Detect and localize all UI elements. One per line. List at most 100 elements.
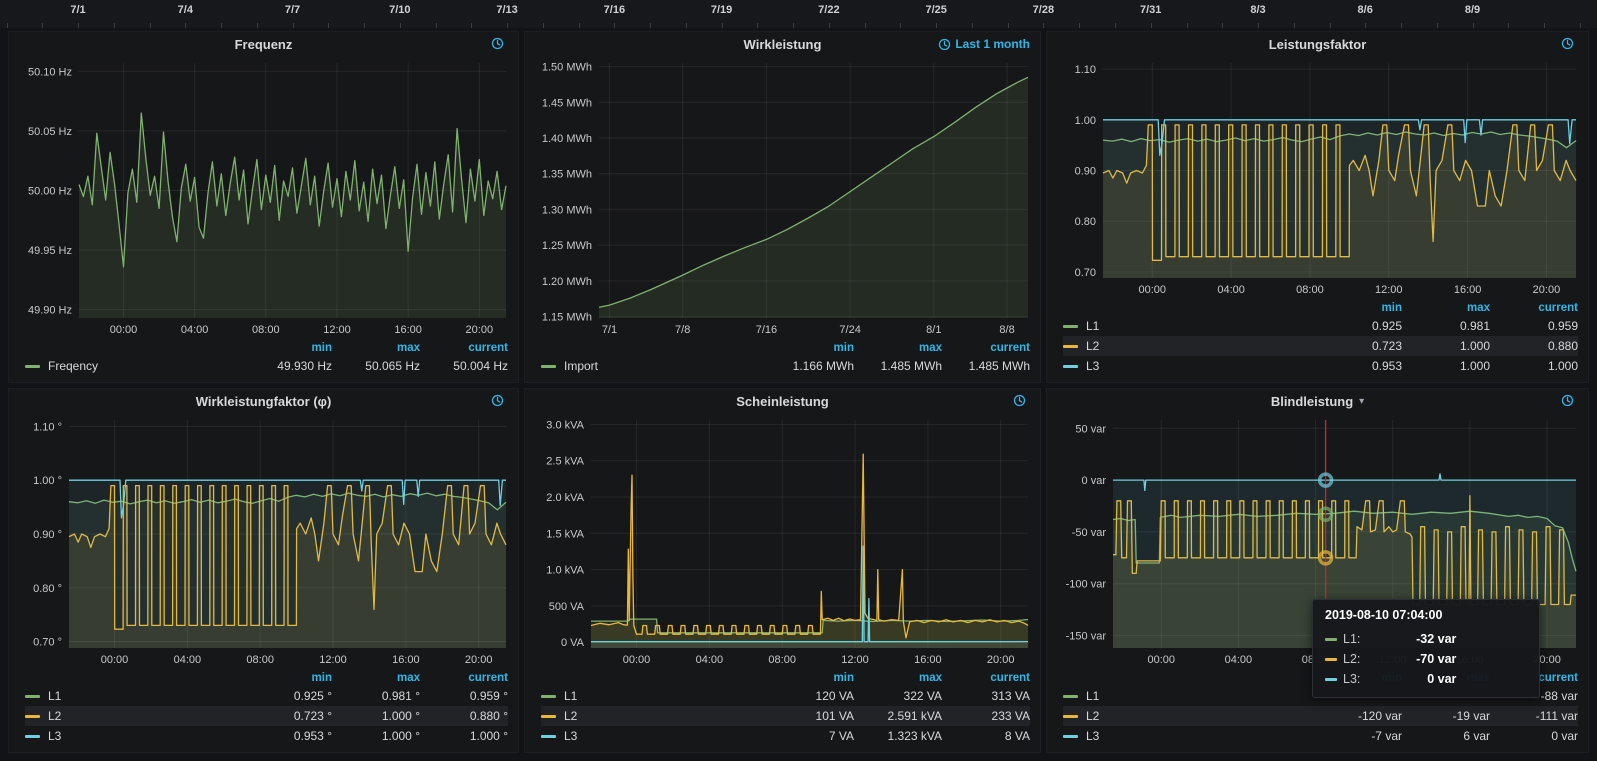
panel-header: Scheinleistung (525, 389, 1040, 413)
time-series-chart[interactable]: 00:0004:0008:0012:0016:0020:001.10 °1.00… (9, 413, 518, 668)
panel-time-range-badge[interactable] (491, 37, 508, 50)
legend-col-current[interactable]: current (942, 342, 1030, 354)
legend-header: minmaxcurrent (25, 339, 508, 356)
svg-text:12:00: 12:00 (323, 324, 351, 336)
time-axis-date-label: 8/6 (1358, 4, 1373, 16)
panel-title[interactable]: Wirkleistungfaktor (φ) (196, 394, 332, 409)
legend-value-max: 1.485 MWh (854, 359, 942, 373)
panel-time-range-badge[interactable]: Last 1 month (938, 37, 1030, 51)
svg-text:50.00 Hz: 50.00 Hz (28, 186, 72, 198)
series-name[interactable]: L3 (1086, 729, 1099, 743)
shared-time-axis[interactable]: 7/17/47/77/107/137/167/197/227/257/287/3… (0, 0, 1597, 28)
legend-value-min: -7 var (1314, 729, 1402, 743)
time-axis-tick (114, 23, 115, 28)
legend-value-max: 0.981 (1402, 319, 1490, 333)
panel-time-range-badge[interactable] (1013, 394, 1030, 407)
time-axis-date-label: 7/1 (70, 4, 85, 16)
svg-text:7/24: 7/24 (839, 324, 860, 336)
time-series-chart[interactable]: 7/17/87/167/248/18/81.50 MWh1.45 MWh1.40… (525, 56, 1040, 338)
panel-wirkleistungfaktor: Wirkleistungfaktor (φ) 00:0004:0008:0012… (8, 388, 519, 753)
series-color-swatch (541, 735, 556, 738)
legend-col-current[interactable]: current (420, 672, 508, 684)
panel-title[interactable]: Leistungsfaktor (1269, 37, 1367, 52)
series-name[interactable]: L2 (1086, 339, 1099, 353)
legend-col-current[interactable]: current (942, 672, 1030, 684)
time-series-chart[interactable]: 00:0004:0008:0012:0016:0020:0050.10 Hz50… (9, 56, 518, 338)
legend-col-max[interactable]: max (854, 342, 942, 354)
panel-menu-caret-icon[interactable]: ▾ (1359, 396, 1364, 407)
svg-text:50.10 Hz: 50.10 Hz (28, 66, 72, 78)
legend-col-max[interactable]: max (1402, 302, 1490, 314)
legend-row-l3: L30.953 °1.000 °1.000 ° (25, 726, 508, 746)
legend-col-current[interactable]: current (1490, 302, 1578, 314)
panel-title[interactable]: Frequenz (235, 37, 293, 52)
time-axis-date-label: 7/13 (496, 4, 517, 16)
svg-text:2.5 kVA: 2.5 kVA (546, 456, 584, 468)
time-axis-tick (150, 23, 151, 28)
tooltip-series-name: L2: (1343, 652, 1360, 666)
series-name[interactable]: L1 (1086, 319, 1099, 333)
series-name[interactable]: L3 (564, 729, 577, 743)
panel-title[interactable]: Wirkleistung (744, 37, 822, 52)
legend: minmaxcurrentImport1.166 MWh1.485 MWh1.4… (525, 338, 1040, 382)
legend-row-l1: L1120 VA322 VA313 VA (541, 686, 1030, 706)
series-name[interactable]: Freqency (48, 359, 98, 373)
panel-title[interactable]: Blindleistung (1271, 394, 1353, 409)
legend-col-min[interactable]: min (766, 672, 854, 684)
legend-col-min[interactable]: min (244, 342, 332, 354)
legend-col-min[interactable]: min (244, 672, 332, 684)
series-name[interactable]: L2 (564, 709, 577, 723)
svg-text:00:00: 00:00 (1147, 654, 1175, 666)
legend-col-max[interactable]: max (332, 342, 420, 354)
time-series-chart[interactable]: 00:0004:0008:0012:0016:0020:003.0 kVA2.5… (525, 413, 1040, 668)
series-name[interactable]: L1 (564, 689, 577, 703)
series-color-swatch (25, 735, 40, 738)
svg-text:-50 var: -50 var (1072, 527, 1107, 539)
svg-text:50 var: 50 var (1075, 423, 1106, 435)
legend-row-l3: L37 VA1.323 kVA8 VA (541, 726, 1030, 746)
svg-text:1.35 MWh: 1.35 MWh (542, 169, 592, 181)
panel-title[interactable]: Scheinleistung (736, 394, 828, 409)
panel-header: Frequenz (9, 32, 518, 56)
time-axis-tick (436, 23, 437, 28)
series-name[interactable]: L1 (1086, 689, 1099, 703)
time-axis-tick (1115, 23, 1116, 28)
time-axis-date-label: 7/31 (1140, 4, 1161, 16)
series-name[interactable]: L3 (48, 729, 61, 743)
legend-col-min[interactable]: min (1314, 302, 1402, 314)
legend-col-max[interactable]: max (332, 672, 420, 684)
svg-text:16:00: 16:00 (394, 324, 422, 336)
clock-icon (938, 38, 951, 51)
series-name[interactable]: L3 (1086, 359, 1099, 373)
series-name[interactable]: Import (564, 359, 598, 373)
panel-time-range-badge[interactable] (1561, 37, 1578, 50)
tooltip-series-name: L1: (1343, 632, 1360, 646)
series-name[interactable]: L2 (1086, 709, 1099, 723)
series-color-swatch (541, 695, 556, 698)
legend-value-min: 0.953 ° (244, 729, 332, 743)
series-color-swatch (1325, 658, 1337, 661)
legend-value-current: 8 VA (942, 729, 1030, 743)
legend-value-min: 0.925 (1314, 319, 1402, 333)
series-name[interactable]: L1 (48, 689, 61, 703)
svg-text:04:00: 04:00 (174, 654, 202, 666)
clock-icon (1013, 394, 1026, 407)
time-axis-tick (1401, 23, 1402, 28)
svg-text:500 VA: 500 VA (549, 601, 585, 613)
time-axis-date-label: 7/16 (604, 4, 625, 16)
time-series-chart[interactable]: 00:0004:0008:0012:0016:0020:001.101.000.… (1047, 56, 1588, 298)
time-axis-tick (900, 23, 901, 28)
svg-text:00:00: 00:00 (101, 654, 129, 666)
legend-col-min[interactable]: min (766, 342, 854, 354)
legend-col-current[interactable]: current (420, 342, 508, 354)
legend-header: minmaxcurrent (541, 669, 1030, 686)
panel-time-range-badge[interactable] (1561, 394, 1578, 407)
svg-text:16:00: 16:00 (392, 654, 420, 666)
panel-time-range-badge[interactable] (491, 394, 508, 407)
tooltip-series-value: -32 var (1360, 632, 1456, 646)
legend-col-max[interactable]: max (854, 672, 942, 684)
time-axis-tick (1473, 23, 1474, 28)
series-name[interactable]: L2 (48, 709, 61, 723)
svg-text:49.90 Hz: 49.90 Hz (28, 305, 72, 317)
legend-header: minmaxcurrent (25, 669, 508, 686)
